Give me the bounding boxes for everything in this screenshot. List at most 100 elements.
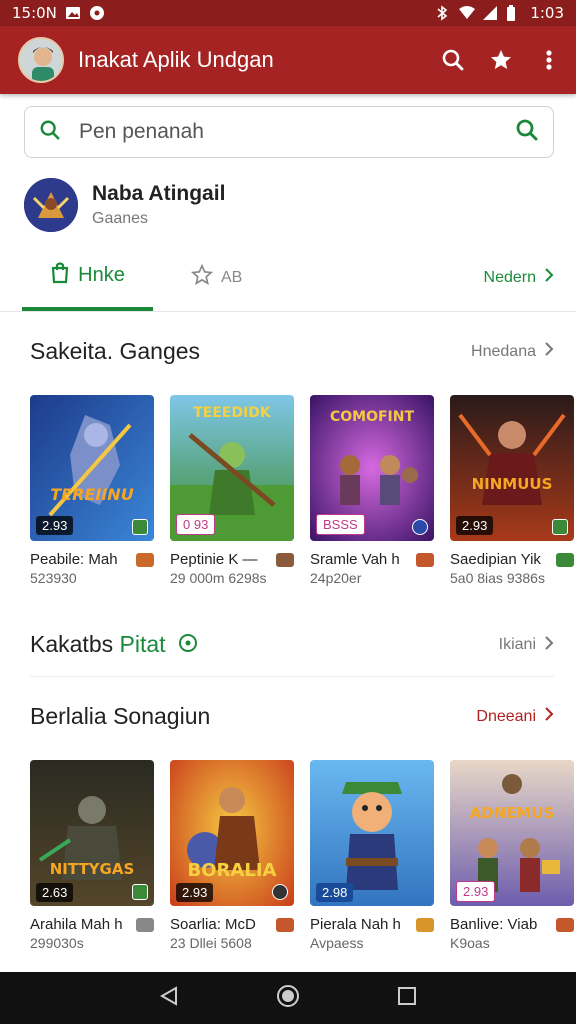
game-mini-icon [276,552,294,567]
chevron-right-icon [544,342,554,361]
game-art-title: TEEEDIDK [193,405,271,421]
game-card[interactable]: COMOFINT BSSS Sramle Vah h 24p20er [310,395,434,586]
system-nav-bar [0,972,576,1024]
game-title: Soarlia: McD [170,916,256,933]
promo-link-label: Ikiani [498,636,536,653]
game-thumbnail: NITTYGAS 2.63 [30,760,154,906]
game-card[interactable]: TEREIINU 2.93 Peabile: Mah 523930 [30,395,154,586]
game-meta: K9oas [450,935,490,951]
avatar[interactable] [18,37,64,83]
game-title: Sramle Vah h [310,551,400,568]
promo-title-a: Kakatbs [30,630,114,657]
circle-notification-icon [89,5,105,21]
game-mini-icon [136,552,154,567]
game-card[interactable]: ADNEMUS 2.93 Banlive: Viab K9oas [450,760,574,951]
game-title: Peptinie K — [170,551,258,568]
game-meta: 523930 [30,570,77,586]
game-mini-icon [416,552,434,567]
tab-home[interactable]: Hnke [22,244,153,311]
game-mini-icon [556,552,574,567]
rating-badge: 2.93 [456,881,496,902]
image-notification-icon [65,5,81,21]
game-title: Saedipian Yik [450,551,541,568]
recents-icon[interactable] [396,985,418,1012]
game-card[interactable]: TEEEDIDK 0 93 Peptinie K — 29 000m 6298s [170,395,294,586]
app-title: Inakat Aplik Undgan [78,47,274,72]
bluetooth-icon [434,5,450,21]
game-title: Banlive: Viab [450,916,538,933]
status-time: 15:0N [12,4,57,22]
game-card[interactable]: 2.98 Pierala Nah h Avpaess [310,760,434,951]
game-meta: Avpaess [310,935,364,951]
tabs-more-link[interactable]: Nedern [484,268,554,287]
search-icon[interactable] [440,47,466,73]
star-icon[interactable] [488,47,514,73]
back-icon[interactable] [158,985,180,1012]
game-art-title: NINMUUS [471,475,553,493]
search-box[interactable] [24,106,554,158]
tab-ab[interactable]: AB [190,244,243,311]
rating-badge: 2.93 [176,883,214,902]
tabs-more-label: Nedern [483,268,536,286]
corner-icon [272,884,288,900]
tab-ab-label: AB [221,268,243,286]
game-mini-icon [556,917,574,932]
promo-row[interactable]: Kakatbs Pitat Ikiani [0,614,576,676]
game-thumbnail: 2.98 [310,760,434,906]
game-title: Pierala Nah h [310,916,401,933]
game-mini-icon [416,917,434,932]
section-see-more[interactable]: Hnedana [471,342,554,361]
app-bar: Inakat Aplik Undgan [0,26,576,94]
game-thumbnail: NINMUUS 2.93 [450,395,574,541]
home-icon[interactable] [275,983,301,1014]
game-card[interactable]: BORALIA 2.93 Soarlia: McD 23 Dllei 5608 [170,760,294,951]
game-art-title: BORALIA [187,860,277,881]
search-leading-icon [39,119,61,146]
chevron-right-icon [544,268,554,287]
developer-profile[interactable]: Naba Atingail Gaanes [0,158,576,232]
game-thumbnail: TEREIINU 2.93 [30,395,154,541]
section-link-label: Dneeani [476,707,536,725]
game-art-title: COMOFINT [329,409,415,425]
status-bar: 15:0N 1:03 [0,0,576,26]
promo-title-b: Pitat [119,630,166,657]
game-art-title: ADNEMUS [469,804,555,822]
rating-badge: 2.93 [456,516,494,535]
section-see-more[interactable]: Dneeani [476,707,554,726]
game-title: Peabile: Mah [30,551,118,568]
battery-text: 1:03 [530,4,564,22]
store-icon [50,261,70,290]
games-row: NITTYGAS 2.63 Arahila Mah h 299030s BORA… [0,760,576,951]
game-art-title: TEREIINU [50,485,134,504]
game-meta: 24p20er [310,570,362,586]
game-thumbnail: ADNEMUS 2.93 [450,760,574,906]
game-card[interactable]: NITTYGAS 2.63 Arahila Mah h 299030s [30,760,154,951]
game-title: Arahila Mah h [30,916,123,933]
chevron-right-icon [544,707,554,726]
more-vert-icon[interactable] [536,47,562,73]
search-input[interactable] [79,120,515,144]
game-card[interactable]: NINMUUS 2.93 Saedipian Yik 5a0 8ias 9386… [450,395,574,586]
target-icon [178,632,198,659]
promo-link[interactable]: Ikiani [498,635,554,655]
developer-name: Naba Atingail [92,182,226,205]
corner-icon [412,519,428,535]
section-title: Berlalia Sonagiun [30,703,211,729]
rating-badge: BSSS [316,514,365,535]
search-submit-icon[interactable] [515,118,539,147]
rating-badge: 0 93 [176,514,216,535]
chevron-right-icon [544,635,554,655]
game-thumbnail: BORALIA 2.93 [170,760,294,906]
rating-badge: 2.93 [36,516,74,535]
game-art-title: NITTYGAS [49,860,135,878]
divider [30,676,554,677]
rating-badge: 2.98 [316,883,354,902]
tab-bar: Hnke AB Nedern [0,244,576,312]
developer-avatar [24,178,78,232]
games-row: TEREIINU 2.93 Peabile: Mah 523930 TEEEDI… [0,395,576,586]
game-thumbnail: COMOFINT BSSS [310,395,434,541]
wifi-icon [458,5,476,21]
section-title: Sakeita. Ganges [30,338,201,364]
section-header: Berlalia Sonagiun Dneeani [0,703,576,730]
game-meta: 23 Dllei 5608 [170,935,252,951]
